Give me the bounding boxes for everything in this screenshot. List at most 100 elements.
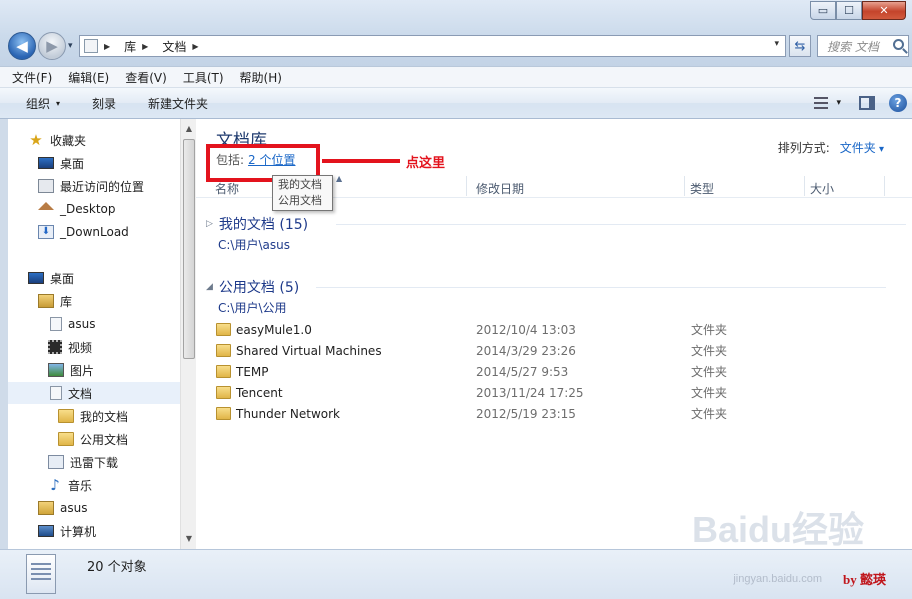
burn-button[interactable]: 刻录: [92, 95, 116, 112]
table-row[interactable]: Shared Virtual Machines 2014/3/29 23:26 …: [214, 340, 904, 361]
sidebar-item-my-documents[interactable]: 我的文档: [8, 405, 180, 427]
sidebar-item-music[interactable]: ♪ 音乐: [8, 474, 180, 496]
forward-button[interactable]: ▶: [38, 32, 66, 60]
minimize-button[interactable]: ▭: [810, 1, 836, 20]
breadcrumb-documents[interactable]: 文档: [162, 38, 186, 55]
sidebar-item-desktop-fav[interactable]: 桌面: [8, 152, 180, 174]
group-path[interactable]: C:\用户\asus: [218, 236, 308, 253]
desktop-icon: [38, 157, 54, 169]
column-header-type[interactable]: 类型: [690, 180, 714, 197]
file-type: 文件夹: [691, 344, 728, 358]
collapse-triangle-icon[interactable]: ◢: [206, 282, 213, 292]
scroll-thumb[interactable]: [183, 139, 195, 359]
table-row[interactable]: TEMP 2014/5/27 9:53 文件夹: [214, 361, 904, 382]
sidebar-item-download-folder[interactable]: ⬇ _DownLoad: [8, 221, 180, 243]
sidebar-item-favorites[interactable]: ★ 收藏夹: [8, 129, 180, 151]
column-header-name[interactable]: 名称: [215, 180, 239, 197]
sidebar-item-label: 迅雷下载: [70, 455, 119, 470]
library-document-icon: [26, 554, 56, 594]
sidebar-item-asus-lib[interactable]: asus: [8, 313, 180, 335]
sidebar-item-videos[interactable]: 视频: [8, 336, 180, 358]
sidebar-item-computer[interactable]: 计算机: [8, 520, 180, 542]
star-icon: ★: [29, 131, 43, 149]
file-name: Thunder Network: [236, 406, 340, 421]
menu-tools[interactable]: 工具(T): [183, 69, 224, 86]
command-bar: 组织 ▾ 刻录 新建文件夹 ▾ ?: [0, 88, 912, 119]
change-view-icon[interactable]: [814, 97, 829, 109]
menu-edit[interactable]: 编辑(E): [68, 69, 109, 86]
group-path[interactable]: C:\用户\公用: [218, 299, 299, 316]
column-header-size[interactable]: 大小: [810, 180, 834, 197]
sidebar-item-pictures[interactable]: 图片: [8, 359, 180, 381]
sidebar-item-desktop-folder[interactable]: _Desktop: [8, 198, 180, 220]
file-date: 2012/10/4 13:03: [476, 322, 576, 337]
column-divider[interactable]: [684, 176, 685, 196]
address-bar[interactable]: ▶ 库 ▶ 文档 ▶ ▾: [79, 35, 786, 57]
group-title: 公用文档 (5): [218, 280, 300, 296]
sidebar-item-label: 文档: [68, 386, 93, 401]
table-row[interactable]: Thunder Network 2012/5/19 23:15 文件夹: [214, 403, 904, 424]
sidebar-item-label: 库: [60, 294, 73, 309]
column-divider[interactable]: [804, 176, 805, 196]
back-button[interactable]: ◀: [8, 32, 36, 60]
nav-buttons: ◀ ▶ ▾: [8, 32, 73, 60]
arrange-by-dropdown[interactable]: 文件夹: [840, 141, 884, 155]
view-options-dropdown[interactable]: ▾: [836, 98, 841, 108]
refresh-button[interactable]: ⇆: [789, 35, 811, 57]
breadcrumb-label: 库: [124, 39, 137, 54]
table-row[interactable]: Tencent 2013/11/24 17:25 文件夹: [214, 382, 904, 403]
column-divider[interactable]: [466, 176, 467, 196]
column-divider[interactable]: [884, 176, 885, 196]
file-type: 文件夹: [691, 407, 728, 421]
maximize-button[interactable]: ☐: [836, 1, 862, 20]
sidebar-item-asus-user[interactable]: asus: [8, 497, 180, 519]
group-my-documents[interactable]: ▷ 我的文档 (15) C:\用户\asus: [206, 214, 906, 253]
folder-icon: [216, 365, 231, 378]
search-input[interactable]: 搜索 文档: [817, 35, 909, 57]
organize-button[interactable]: 组织 ▾: [26, 95, 60, 112]
help-icon[interactable]: ?: [889, 94, 907, 112]
home-icon: [38, 202, 54, 210]
sidebar-item-label: 图片: [70, 363, 95, 378]
new-folder-button[interactable]: 新建文件夹: [148, 95, 208, 112]
expand-triangle-icon[interactable]: ▷: [206, 219, 213, 229]
close-button[interactable]: ✕: [862, 1, 906, 20]
locations-tooltip: 我的文档 公用文档: [272, 175, 333, 211]
sidebar-item-libraries[interactable]: 库: [8, 290, 180, 312]
tooltip-line: 我的文档: [278, 178, 322, 191]
title-bar: ▭ ☐ ✕ ◀ ▶ ▾ ▶ 库 ▶ 文档 ▶ ▾ ⇆ 搜索 文档: [0, 0, 912, 66]
search-icon[interactable]: [893, 39, 904, 50]
breadcrumb-root-sep[interactable]: ▶: [104, 42, 118, 51]
folder-icon: [216, 344, 231, 357]
scroll-up-icon[interactable]: ▲: [181, 121, 197, 137]
folder-icon: [216, 386, 231, 399]
breadcrumb-sep[interactable]: ▶: [192, 42, 206, 51]
sidebar-item-label: 桌面: [60, 156, 85, 171]
file-date: 2012/5/19 23:15: [476, 406, 576, 421]
menu-help[interactable]: 帮助(H): [240, 69, 282, 86]
chevron-right-icon: ▶: [142, 41, 149, 51]
computer-icon: [38, 525, 54, 537]
sidebar-item-documents[interactable]: 文档: [8, 382, 180, 404]
desktop-icon: [28, 272, 44, 284]
toolbar-right: ▾ ?: [814, 94, 907, 112]
recent-pages-dropdown[interactable]: ▾: [68, 41, 73, 51]
sidebar-item-desktop[interactable]: 桌面: [8, 267, 180, 289]
sidebar-item-label: 最近访问的位置: [60, 179, 145, 194]
sidebar-item-thunder-downloads[interactable]: 迅雷下载: [8, 451, 180, 473]
menu-view[interactable]: 查看(V): [125, 69, 167, 86]
preview-pane-icon[interactable]: [859, 96, 875, 110]
table-row[interactable]: easyMule1.0 2012/10/4 13:03 文件夹: [214, 319, 904, 340]
folder-icon: [216, 407, 231, 420]
scroll-down-icon[interactable]: ▼: [181, 531, 197, 547]
column-header-date[interactable]: 修改日期: [476, 180, 524, 197]
address-history-dropdown[interactable]: ▾: [774, 39, 779, 49]
breadcrumb-sep[interactable]: ▶: [142, 42, 156, 51]
navigation-scrollbar[interactable]: ▲ ▼: [180, 119, 196, 549]
document-icon: [50, 317, 62, 331]
sidebar-item-public-documents[interactable]: 公用文档: [8, 428, 180, 450]
menu-file[interactable]: 文件(F): [12, 69, 52, 86]
breadcrumb-library[interactable]: 库: [124, 38, 136, 55]
group-public-documents[interactable]: ◢ 公用文档 (5) C:\用户\公用: [206, 277, 886, 316]
sidebar-item-recent-places[interactable]: 最近访问的位置: [8, 175, 180, 197]
